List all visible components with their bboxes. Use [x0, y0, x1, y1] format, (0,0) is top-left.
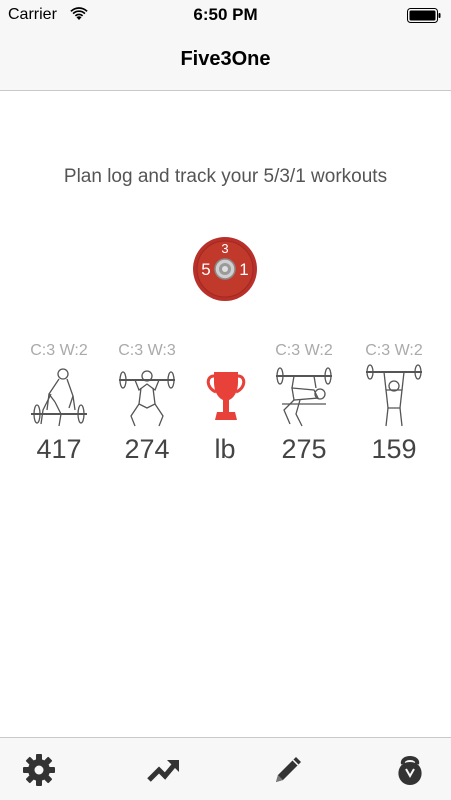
gear-icon: [23, 754, 55, 786]
tab-settings[interactable]: [21, 752, 57, 788]
overhead-press-figure-icon: [366, 364, 422, 427]
battery-icon: [407, 8, 441, 23]
status-bar: Carrier 6:50 PM: [0, 0, 451, 30]
squat-figure-icon: [119, 370, 175, 427]
tab-progress[interactable]: [145, 752, 181, 788]
navigation-bar: Five3One: [0, 30, 451, 91]
logo-top-digit: 3: [221, 241, 228, 256]
tab-edit[interactable]: [270, 752, 306, 788]
tab-about[interactable]: [392, 752, 428, 788]
logo-left-digit: 5: [201, 260, 210, 279]
lift-value: 159: [371, 434, 417, 464]
trophy-icon: [206, 372, 246, 420]
page-title: Five3One: [180, 48, 271, 70]
tab-bar: [0, 737, 451, 800]
lift-value: 275: [281, 434, 327, 464]
cycle-week-label: C:3 W:2: [365, 342, 423, 359]
lift-value: 417: [36, 434, 82, 464]
lift-value: 274: [124, 434, 170, 464]
status-time: 6:50 PM: [193, 5, 258, 24]
logo-right-digit: 1: [239, 260, 248, 279]
bench-press-figure-icon: [276, 367, 332, 427]
deadlift-figure-icon: [31, 368, 87, 427]
trending-up-icon: [147, 760, 179, 782]
cycle-week-label: C:3 W:3: [118, 342, 176, 359]
pencil-icon: [276, 757, 301, 782]
kettlebell-icon: [398, 756, 422, 785]
531-plate-logo-icon: 3 5 1: [193, 237, 257, 301]
cycle-week-label: C:3 W:2: [275, 342, 333, 359]
cycle-week-label: C:3 W:2: [30, 342, 88, 359]
tagline: Plan log and track your 5/3/1 workouts: [63, 166, 388, 187]
unit-label: lb: [214, 434, 236, 464]
